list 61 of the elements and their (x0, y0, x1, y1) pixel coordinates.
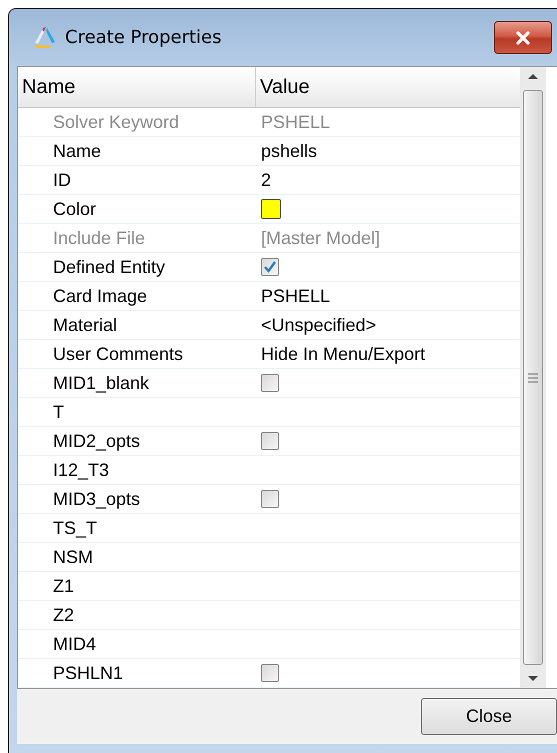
table-row[interactable]: Card Image PSHELL (18, 282, 520, 311)
scroll-thumb[interactable] (523, 90, 543, 665)
property-value[interactable]: pshells (261, 140, 318, 162)
property-name: Include File (53, 228, 146, 248)
property-name: ID (53, 170, 71, 190)
table-row[interactable]: Z1 (18, 572, 520, 601)
table-row[interactable]: TS_T (18, 514, 520, 543)
property-name: User Comments (53, 344, 184, 364)
property-name: PSHLN1 (53, 662, 124, 684)
scroll-down-icon[interactable] (527, 675, 539, 682)
table-row[interactable]: MID1_blank (18, 369, 520, 398)
property-value[interactable]: 2 (261, 170, 272, 190)
property-name: I12_T3 (53, 460, 110, 480)
checkbox[interactable] (261, 432, 279, 450)
property-value[interactable]: Hide In Menu/Export (261, 344, 426, 364)
property-name: Color (53, 198, 96, 220)
table-row[interactable]: Z2 (18, 601, 520, 630)
property-name: Solver Keyword (53, 112, 180, 132)
property-name: Defined Entity (53, 256, 166, 278)
property-name: Z2 (53, 604, 74, 626)
property-value[interactable]: PSHELL (261, 286, 330, 306)
table-row[interactable]: Color (18, 195, 520, 224)
property-value: PSHELL (261, 112, 330, 132)
color-swatch[interactable] (261, 199, 281, 219)
column-header[interactable]: Value (256, 67, 520, 107)
checkbox[interactable] (261, 664, 279, 682)
column-header[interactable]: Name (18, 67, 256, 107)
property-name: Card Image (53, 286, 148, 306)
table-row[interactable]: T (18, 398, 520, 427)
property-name: T (53, 402, 64, 422)
property-name: Z1 (53, 576, 74, 596)
vertical-scrollbar[interactable] (520, 67, 546, 688)
scroll-up-icon[interactable] (527, 73, 539, 80)
property-name: NSM (53, 546, 93, 568)
table-row[interactable]: Name pshells (18, 137, 520, 166)
property-value[interactable]: <Unspecified> (261, 314, 376, 336)
table-row[interactable]: I12_T3 (18, 456, 520, 485)
property-name: MID4 (53, 634, 96, 654)
table-row[interactable]: User Comments Hide In Menu/Export (18, 340, 520, 369)
checkbox[interactable] (261, 490, 279, 508)
property-name: Name (53, 140, 102, 162)
table-row[interactable]: MID4 (18, 630, 520, 659)
checkbox[interactable] (261, 374, 279, 392)
table-row[interactable]: MID2_opts (18, 427, 520, 456)
table-row[interactable]: PSHLN1 (18, 659, 520, 688)
checkbox[interactable] (261, 258, 279, 276)
property-name: MID1_blank (53, 372, 150, 394)
table-row[interactable]: ID 2 (18, 166, 520, 195)
table-row[interactable]: NSM (18, 543, 520, 572)
table-row[interactable]: Material <Unspecified> (18, 311, 520, 340)
property-name: MID3_opts (53, 488, 140, 510)
close-icon (515, 30, 531, 44)
table-row[interactable]: Defined Entity (18, 253, 520, 282)
property-name: MID2_opts (53, 430, 140, 452)
property-name: Material (53, 314, 118, 336)
close-dialog-button[interactable]: Close (421, 698, 557, 735)
table-row[interactable]: MID3_opts (18, 485, 520, 514)
property-value: [Master Model] (261, 228, 380, 248)
property-name: TS_T (53, 518, 98, 538)
window-title: Create Properties (65, 27, 222, 48)
close-button[interactable] (494, 21, 552, 54)
